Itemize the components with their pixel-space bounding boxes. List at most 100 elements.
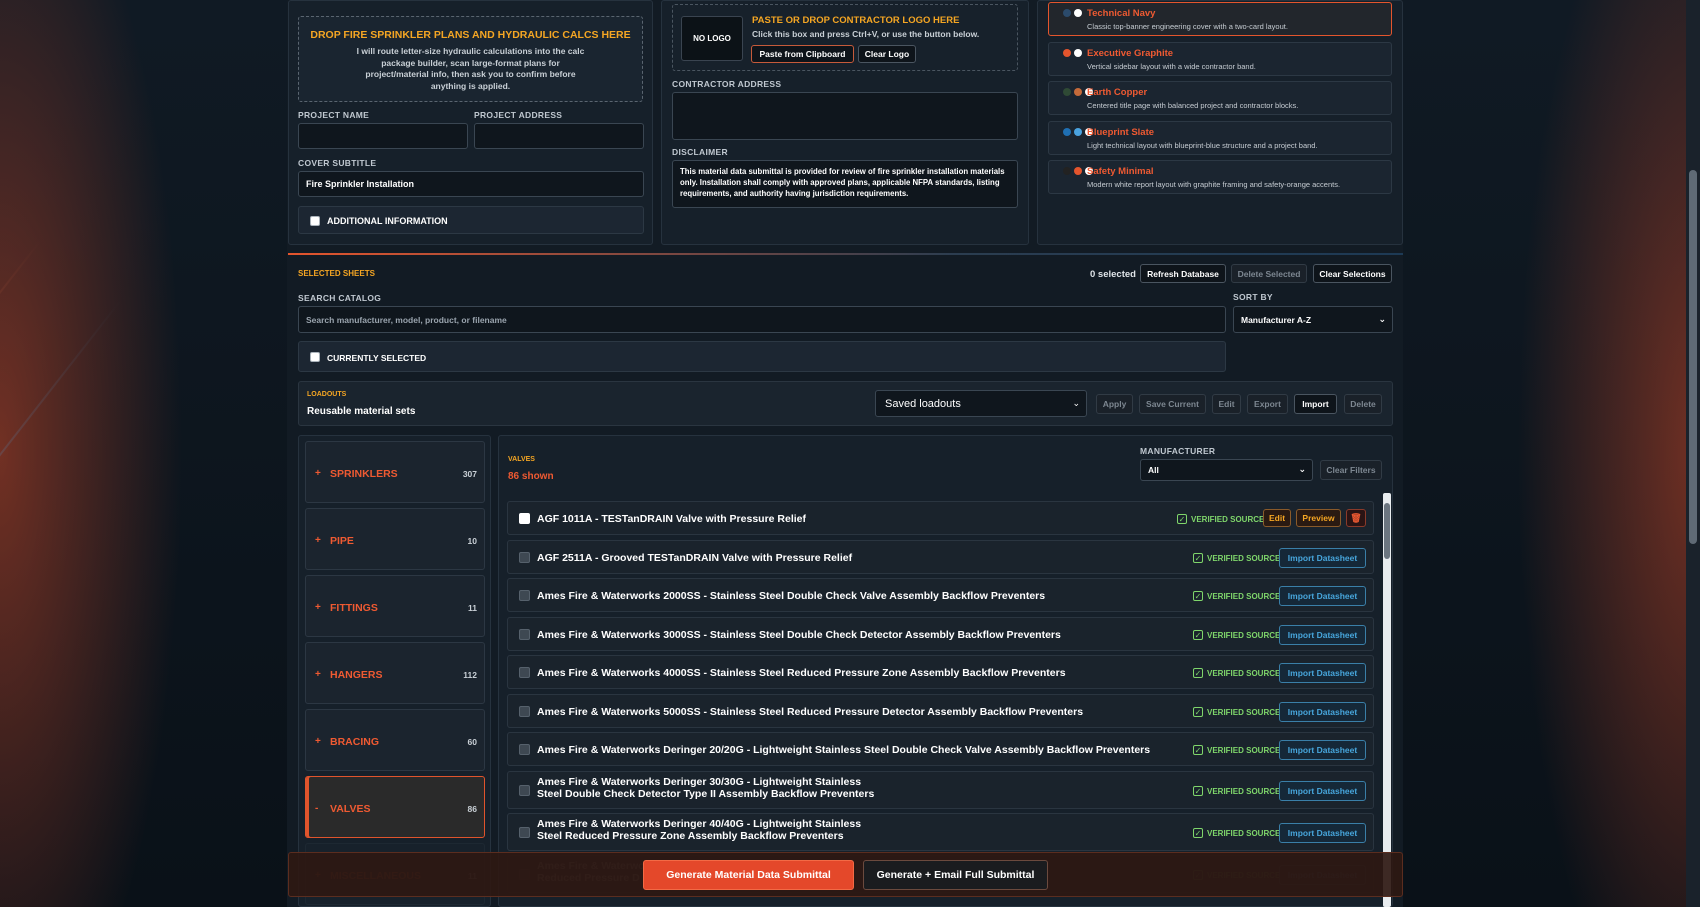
- row-checkbox[interactable]: [519, 629, 530, 640]
- project-address-input[interactable]: [474, 123, 644, 149]
- row-checkbox[interactable]: [519, 513, 530, 524]
- clear-selections-button[interactable]: Clear Selections: [1313, 264, 1392, 283]
- valve-row[interactable]: Ames Fire & Waterworks 5000SS - Stainles…: [507, 694, 1374, 728]
- valve-row[interactable]: Ames Fire & Waterworks 4000SS - Stainles…: [507, 655, 1374, 689]
- category-label: FITTINGS: [330, 602, 378, 614]
- verified-source-badge: ✓VERIFIED SOURCE: [1193, 630, 1281, 640]
- loadouts-title: Reusable material sets: [307, 406, 416, 417]
- expand-toggle-icon: +: [315, 669, 321, 680]
- row-checkbox[interactable]: [519, 552, 530, 563]
- cover-subtitle-input[interactable]: Fire Sprinkler Installation: [298, 171, 644, 197]
- verified-source-badge: ✓VERIFIED SOURCE: [1193, 591, 1281, 601]
- valve-title: Ames Fire & Waterworks 2000SS - Stainles…: [537, 590, 1046, 602]
- edit-button[interactable]: Edit: [1263, 509, 1291, 527]
- category-hangers[interactable]: + HANGERS 112: [305, 642, 485, 704]
- manufacturer-select[interactable]: All ⌄: [1140, 459, 1313, 481]
- save-current-button[interactable]: Save Current: [1139, 394, 1206, 414]
- valve-title: Ames Fire & Waterworks 4000SS - Stainles…: [537, 667, 1066, 679]
- theme-option-blueprint-slate[interactable]: Blueprint Slate Light technical layout wi…: [1048, 121, 1392, 155]
- upload-description: I will route letter-size hydraulic calcu…: [356, 46, 585, 91]
- category-fittings[interactable]: + FITTINGS 11: [305, 575, 485, 637]
- valve-row[interactable]: Ames Fire & Waterworks Deringer 20/20G -…: [507, 732, 1374, 766]
- delete-icon[interactable]: 🗑: [1346, 509, 1366, 527]
- additional-info-row[interactable]: ADDITIONAL INFORMATION: [298, 206, 644, 234]
- paste-clipboard-button[interactable]: Paste from Clipboard: [751, 45, 854, 63]
- refresh-database-button[interactable]: Refresh Database: [1140, 264, 1226, 283]
- chevron-down-icon: ⌄: [1072, 398, 1080, 408]
- import-datasheet-button[interactable]: Import Datasheet: [1279, 548, 1366, 568]
- import-datasheet-button[interactable]: Import Datasheet: [1279, 586, 1366, 606]
- valve-title: Ames Fire & Waterworks Deringer 20/20G -…: [537, 744, 1151, 756]
- row-checkbox[interactable]: [519, 827, 530, 838]
- valve-title: Ames Fire & Waterworks 3000SS - Stainles…: [537, 629, 1061, 641]
- category-bracing[interactable]: + BRACING 60: [305, 709, 485, 771]
- theme-name: Technical Navy: [1087, 8, 1156, 19]
- project-name-input[interactable]: [298, 123, 468, 149]
- valve-row[interactable]: Ames Fire & Waterworks 2000SS - Stainles…: [507, 578, 1374, 612]
- list-scrollbar-thumb[interactable]: [1384, 503, 1390, 559]
- delete-loadout-button[interactable]: Delete: [1344, 394, 1382, 414]
- import-datasheet-button[interactable]: Import Datasheet: [1279, 781, 1366, 801]
- valve-row[interactable]: Ames Fire & Waterworks Deringer 40/40G -…: [507, 813, 1374, 851]
- currently-selected-checkbox[interactable]: [310, 352, 320, 362]
- valve-row[interactable]: Ames Fire & Waterworks Deringer 30/30G -…: [507, 771, 1374, 809]
- check-icon: ✓: [1193, 828, 1203, 838]
- theme-option-technical-navy[interactable]: Technical Navy Classic top-banner enginee…: [1048, 2, 1392, 36]
- category-label: VALVES: [330, 803, 371, 815]
- project-name-label: PROJECT NAME: [298, 110, 370, 120]
- contractor-address-input[interactable]: [672, 92, 1018, 140]
- import-datasheet-button[interactable]: Import Datasheet: [1279, 702, 1366, 722]
- check-icon: ✓: [1193, 745, 1203, 755]
- search-catalog-label: SEARCH CATALOG: [298, 293, 382, 303]
- theme-option-safety-minimal[interactable]: Safety Minimal Modern white report layout…: [1048, 160, 1392, 194]
- row-checkbox[interactable]: [519, 590, 530, 601]
- row-checkbox[interactable]: [519, 667, 530, 678]
- category-pipe[interactable]: + PIPE 10: [305, 508, 485, 570]
- verified-source-badge: ✓VERIFIED SOURCE: [1193, 553, 1281, 563]
- expand-toggle-icon: +: [315, 535, 321, 546]
- check-icon: ✓: [1193, 668, 1203, 678]
- apply-loadout-button[interactable]: Apply: [1096, 394, 1133, 414]
- category-sprinklers[interactable]: + SPRINKLERS 307: [305, 441, 485, 503]
- sort-select[interactable]: Manufacturer A-Z ⌄: [1233, 306, 1393, 333]
- page-scrollbar-thumb[interactable]: [1689, 170, 1697, 544]
- clear-filters-button[interactable]: Clear Filters: [1320, 460, 1382, 480]
- edit-loadout-button[interactable]: Edit: [1212, 394, 1241, 414]
- theme-name: Blueprint Slate: [1087, 127, 1155, 138]
- expand-toggle-icon: +: [315, 602, 321, 613]
- import-loadout-button[interactable]: Import: [1294, 394, 1337, 414]
- theme-option-executive-graphite[interactable]: Executive Graphite Vertical sidebar layou…: [1048, 42, 1392, 76]
- verified-source-badge: ✓VERIFIED SOURCE: [1177, 514, 1265, 524]
- import-datasheet-button[interactable]: Import Datasheet: [1279, 663, 1366, 683]
- theme-option-earth-copper[interactable]: Earth Copper Centered title page with bal…: [1048, 81, 1392, 115]
- valve-row[interactable]: AGF 1011A - TESTanDRAIN Valve with Press…: [507, 501, 1374, 535]
- generate-email-button[interactable]: Generate + Email Full Submittal: [863, 860, 1048, 890]
- row-checkbox[interactable]: [519, 744, 530, 755]
- chevron-down-icon: ⌄: [1378, 314, 1386, 324]
- clear-logo-button[interactable]: Clear Logo: [858, 45, 916, 63]
- contractor-address-label: CONTRACTOR ADDRESS: [672, 79, 782, 89]
- currently-selected-row[interactable]: CURRENTLY SELECTED: [298, 341, 1226, 372]
- row-checkbox[interactable]: [519, 785, 530, 796]
- import-datasheet-button[interactable]: Import Datasheet: [1279, 740, 1366, 760]
- expand-toggle-icon: -: [315, 803, 319, 814]
- color-swatch: [1063, 88, 1071, 96]
- row-checkbox[interactable]: [519, 706, 530, 717]
- upload-dropzone[interactable]: DROP FIRE SPRINKLER PLANS AND HYDRAULIC …: [298, 16, 643, 102]
- preview-button[interactable]: Preview: [1296, 509, 1341, 527]
- generate-submittal-button[interactable]: Generate Material Data Submittal: [643, 860, 854, 890]
- export-loadout-button[interactable]: Export: [1247, 394, 1288, 414]
- theme-description: Light technical layout with blueprint-bl…: [1087, 141, 1318, 150]
- valve-row[interactable]: Ames Fire & Waterworks 3000SS - Stainles…: [507, 617, 1374, 651]
- category-valves[interactable]: - VALVES 86: [305, 776, 485, 838]
- loadouts-tag: LOADOUTS: [307, 391, 347, 398]
- search-input[interactable]: Search manufacturer, model, product, or …: [298, 306, 1226, 333]
- valve-row[interactable]: AGF 2511A - Grooved TESTanDRAIN Valve wi…: [507, 540, 1374, 574]
- color-swatch: [1074, 9, 1082, 17]
- import-datasheet-button[interactable]: Import Datasheet: [1279, 823, 1366, 843]
- additional-info-checkbox[interactable]: [310, 216, 320, 226]
- import-datasheet-button[interactable]: Import Datasheet: [1279, 625, 1366, 645]
- disclaimer-textarea[interactable]: This material data submittal is provided…: [672, 160, 1018, 208]
- delete-selected-button[interactable]: Delete Selected: [1231, 264, 1307, 283]
- saved-loadouts-select[interactable]: Saved loadouts ⌄: [875, 390, 1087, 417]
